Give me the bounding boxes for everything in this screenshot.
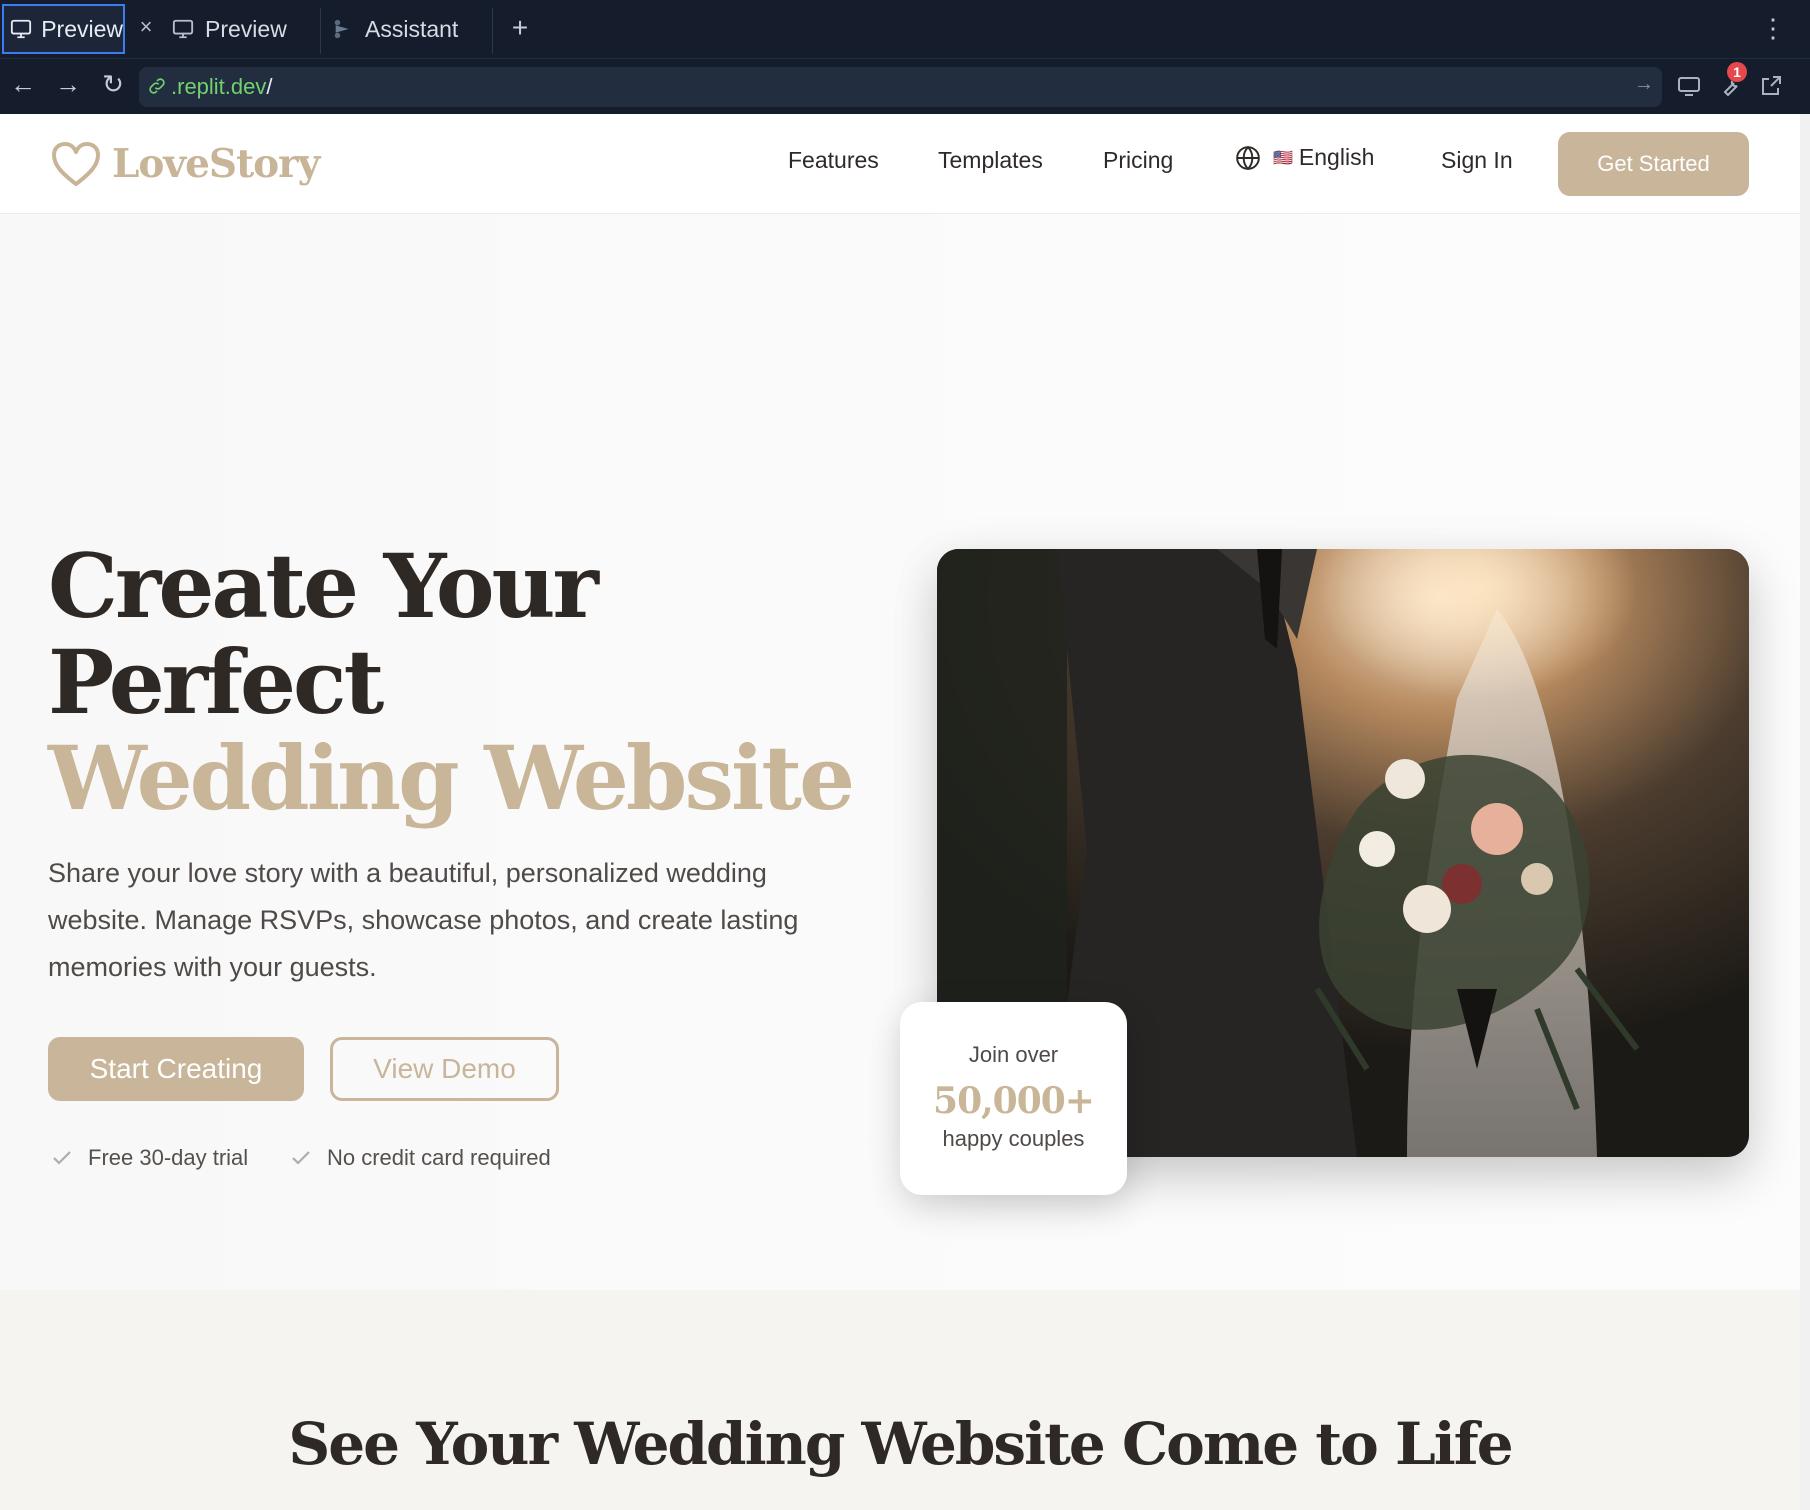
logo[interactable]: LoveStory xyxy=(50,140,320,188)
perk-no-credit-card: No credit card required xyxy=(289,1145,551,1171)
language-selector[interactable]: 🇺🇸 English xyxy=(1235,144,1374,171)
sign-in-link[interactable]: Sign In xyxy=(1441,147,1513,174)
hero-title-line1: Create Your xyxy=(48,534,599,638)
perk-free-trial: Free 30-day trial xyxy=(50,1145,248,1171)
address-bar: ← → ↻ .replit.dev / → xyxy=(0,58,1810,114)
hero-section: Create Your Perfect Wedding Website Shar… xyxy=(0,214,1800,1290)
nav-features[interactable]: Features xyxy=(788,147,879,174)
monitor-icon xyxy=(10,16,32,42)
go-arrow-icon[interactable]: → xyxy=(1634,73,1654,96)
stat-caption: happy couples xyxy=(942,1126,1085,1151)
nav-templates[interactable]: Templates xyxy=(938,147,1043,174)
showcase-section: See Your Wedding Website Come to Life xyxy=(0,1290,1800,1510)
stat-intro: Join over xyxy=(968,1042,1059,1067)
close-tab-icon[interactable]: × xyxy=(134,15,158,39)
perk-label: No credit card required xyxy=(327,1145,551,1170)
assistant-icon xyxy=(330,16,356,42)
stat-number: 50,000+ xyxy=(933,1080,1095,1122)
url-field[interactable]: .replit.dev / → xyxy=(139,67,1662,107)
tab-label: Assistant xyxy=(365,15,459,42)
browser-tab-bar: Preview × Preview Assistant + ⋮ xyxy=(0,0,1810,58)
reload-icon[interactable]: ↻ xyxy=(96,67,130,101)
devtools-notification-badge: 1 xyxy=(1727,62,1747,82)
logo-text: LoveStory xyxy=(112,141,320,187)
tab-divider xyxy=(320,8,321,54)
language-label: English xyxy=(1298,144,1375,170)
page-viewport: LoveStory Features Templates Pricing 🇺🇸 … xyxy=(0,114,1800,1510)
tab-preview[interactable]: Preview xyxy=(168,4,318,54)
hero-title-line2: Perfect xyxy=(48,630,384,734)
check-icon xyxy=(53,1151,71,1165)
forward-icon[interactable]: → xyxy=(51,67,85,101)
heart-icon xyxy=(52,142,100,186)
more-options-icon[interactable]: ⋮ xyxy=(1760,12,1786,44)
check-icon xyxy=(292,1151,310,1165)
hero-description: Share your love story with a beautiful, … xyxy=(48,858,799,982)
tab-divider xyxy=(492,8,493,54)
social-proof-card: Join over 50,000+ happy couples xyxy=(900,1002,1127,1195)
open-in-new-window-icon[interactable] xyxy=(1756,71,1786,101)
back-icon[interactable]: ← xyxy=(6,67,40,101)
globe-icon xyxy=(1236,145,1260,170)
device-preview-icon[interactable] xyxy=(1674,71,1704,101)
nav-pricing[interactable]: Pricing xyxy=(1103,147,1173,174)
tab-preview-active[interactable]: Preview xyxy=(2,4,125,54)
get-started-button[interactable]: Get Started xyxy=(1558,132,1749,196)
url-domain: .replit.dev xyxy=(171,74,267,99)
site-header: LoveStory Features Templates Pricing 🇺🇸 … xyxy=(0,114,1800,214)
tab-label: Preview xyxy=(41,15,123,42)
monitor-icon xyxy=(170,16,196,42)
showcase-title: See Your Wedding Website Come to Life xyxy=(288,1410,1513,1478)
tab-label: Preview xyxy=(205,15,287,42)
hero-title-accent: Wedding Website xyxy=(48,726,855,830)
start-creating-button[interactable]: Start Creating xyxy=(48,1037,304,1101)
url-path: / xyxy=(266,74,273,99)
view-demo-button[interactable]: View Demo xyxy=(330,1037,559,1101)
new-tab-button[interactable]: + xyxy=(506,12,534,44)
us-flag-icon: 🇺🇸 xyxy=(1273,149,1293,167)
page-scrollbar[interactable] xyxy=(1800,114,1810,1510)
link-icon xyxy=(147,76,169,98)
hero-title: Create Your Perfect Wedding Website xyxy=(48,534,855,830)
tab-assistant[interactable]: Assistant xyxy=(330,4,490,54)
perk-label: Free 30-day trial xyxy=(88,1145,249,1170)
